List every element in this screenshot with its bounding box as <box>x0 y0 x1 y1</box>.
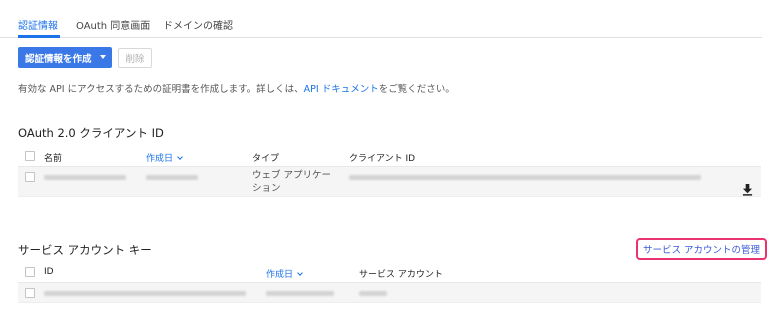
header-created-sort[interactable]: 作成日 <box>266 267 303 280</box>
redacted-client-id <box>349 175 701 180</box>
active-tab-indicator <box>18 35 60 38</box>
delete-button[interactable]: 削除 <box>118 48 152 68</box>
redacted-service-account <box>359 291 387 296</box>
redacted-created-date <box>266 291 334 296</box>
header-created-label: 作成日 <box>266 270 294 280</box>
header-type[interactable]: タイプ <box>252 151 279 164</box>
create-credentials-button[interactable]: 認証情報を作成 <box>18 47 112 68</box>
oauth-table: 名前 作成日 タイプ クライアント ID ウェブ アプリケー ション <box>18 146 761 197</box>
delete-label: 削除 <box>125 54 145 65</box>
oauth-table-header: 名前 作成日 タイプ クライアント ID <box>18 146 761 167</box>
tab-bar: 認証情報 OAuth 同意画面 ドメインの確認 <box>0 0 762 38</box>
header-created-sort[interactable]: 作成日 <box>146 151 183 164</box>
description-text: 有効な API にアクセスするための証明書を作成します。詳しくは、API ドキュ… <box>18 81 455 95</box>
tab-oauth-consent[interactable]: OAuth 同意画面 <box>76 17 150 32</box>
select-all-checkbox[interactable] <box>25 151 35 161</box>
chevron-down-icon <box>177 154 183 160</box>
client-type: ウェブ アプリケー ション <box>252 170 332 194</box>
table-row[interactable]: ウェブ アプリケー ション <box>18 167 761 197</box>
manage-service-accounts-link[interactable]: サービス アカウントの管理 <box>636 238 767 260</box>
description-prefix: 有効な API にアクセスするための証明書を作成します。詳しくは、 <box>18 84 304 95</box>
description-suffix: をご覧ください。 <box>378 84 455 95</box>
service-keys-table: ID 作成日 サービス アカウント <box>18 262 761 303</box>
redacted-created-date <box>146 175 198 180</box>
create-credentials-label: 認証情報を作成 <box>25 53 92 65</box>
service-keys-section-title: サービス アカウント キー <box>18 243 152 257</box>
tab-domain-verification[interactable]: ドメインの確認 <box>163 17 233 32</box>
header-name[interactable]: 名前 <box>44 151 62 164</box>
dropdown-caret-icon <box>100 55 106 59</box>
select-all-checkbox[interactable] <box>25 267 35 277</box>
header-created-label: 作成日 <box>146 154 174 164</box>
row-checkbox[interactable] <box>25 172 35 182</box>
redacted-key-id <box>44 291 246 296</box>
redacted-client-name <box>44 175 126 180</box>
header-id[interactable]: ID <box>44 267 54 277</box>
chevron-down-icon <box>297 270 303 276</box>
table-row[interactable] <box>18 283 761 303</box>
header-client-id[interactable]: クライアント ID <box>349 151 415 164</box>
row-checkbox[interactable] <box>25 288 35 298</box>
download-icon[interactable] <box>742 184 753 196</box>
service-table-header: ID 作成日 サービス アカウント <box>18 262 761 283</box>
tab-credentials[interactable]: 認証情報 <box>18 17 58 32</box>
header-service-account[interactable]: サービス アカウント <box>359 267 443 280</box>
api-docs-link[interactable]: API ドキュメント <box>304 84 379 95</box>
oauth-section-title: OAuth 2.0 クライアント ID <box>18 126 164 140</box>
